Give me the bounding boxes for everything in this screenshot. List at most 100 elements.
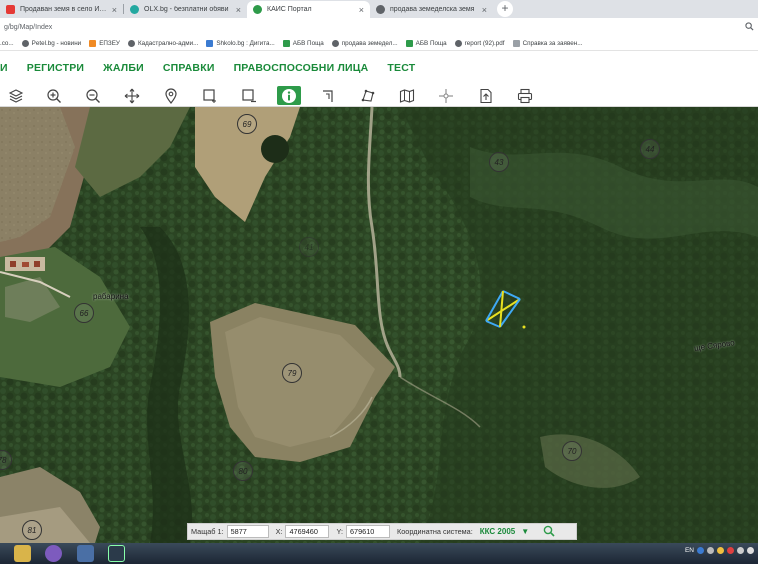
measure-icon[interactable] bbox=[317, 86, 341, 105]
satellite-imagery bbox=[0, 107, 758, 543]
tray-icon[interactable] bbox=[727, 547, 734, 554]
nav-item-reports[interactable]: СПРАВКИ bbox=[163, 62, 215, 74]
bookmark-label: Справка за заявен... bbox=[522, 39, 583, 47]
pan-icon[interactable] bbox=[120, 86, 144, 105]
nav-item-partial[interactable]: И bbox=[0, 62, 8, 74]
bookmark-label: ЕПЗЕУ bbox=[99, 39, 120, 47]
system-label: Координатна система: bbox=[396, 527, 473, 536]
scale-input[interactable]: 5877 bbox=[226, 525, 269, 538]
tray-icon[interactable] bbox=[707, 547, 714, 554]
tab-close-icon[interactable]: × bbox=[112, 5, 117, 15]
browser-tab[interactable]: OLX.bg - безплатни обяви × bbox=[124, 1, 247, 18]
tab-title: продава земеделска земя bbox=[390, 6, 475, 13]
info-icon[interactable] bbox=[277, 86, 301, 105]
bookmark[interactable]: Кадастрално-адми... bbox=[127, 39, 199, 47]
tab-title: OLX.bg - безплатни обяви bbox=[144, 6, 229, 13]
bookmark-icon bbox=[454, 39, 462, 47]
bookmark[interactable]: АБВ Поща bbox=[405, 39, 447, 47]
browser-tab[interactable]: Продаван земя в село Изгрев... × bbox=[0, 1, 123, 18]
parcel-label[interactable]: 43 bbox=[489, 152, 509, 172]
nav-item-complaints[interactable]: ЖАЛБИ bbox=[103, 62, 144, 74]
file-explorer-icon[interactable] bbox=[14, 545, 31, 562]
bookmark-icon bbox=[512, 39, 520, 47]
nav-item-registers[interactable]: РЕГИСТРИ bbox=[27, 62, 84, 74]
parcel-label[interactable]: 41 bbox=[299, 237, 319, 257]
favicon-icon bbox=[6, 5, 15, 14]
bookmark-icon bbox=[405, 39, 413, 47]
zoom-out-icon[interactable] bbox=[81, 86, 105, 105]
search-icon[interactable] bbox=[543, 525, 557, 539]
zoom-icon[interactable] bbox=[745, 21, 754, 33]
x-coordinate-field[interactable]: 4769460 bbox=[285, 525, 330, 538]
parcel-label[interactable]: 80 bbox=[233, 461, 253, 481]
place-name: рабарина bbox=[93, 292, 129, 301]
bookmark-label: АБВ Поща bbox=[415, 39, 447, 47]
print-icon[interactable] bbox=[513, 86, 537, 105]
bookmark[interactable]: АБВ Поща bbox=[282, 39, 324, 47]
nav-item-test[interactable]: ТЕСТ bbox=[387, 62, 415, 74]
parcel-label[interactable]: 81 bbox=[22, 520, 42, 540]
network-icon[interactable] bbox=[737, 547, 744, 554]
nav-item-licensed-persons[interactable]: ПРАВОСПОСОБНИ ЛИЦА bbox=[234, 62, 369, 74]
new-tab-button[interactable]: + bbox=[497, 1, 513, 17]
browser-tab-active[interactable]: КАИС Портал × bbox=[247, 1, 370, 18]
y-coordinate-field[interactable]: 679610 bbox=[345, 525, 390, 538]
draw-polygon-icon[interactable] bbox=[356, 86, 380, 105]
bookmark[interactable]: Справка за заявен... bbox=[512, 39, 583, 47]
bookmark-label: Shkolo.bg : Дигита... bbox=[216, 39, 275, 47]
bookmark-label: Кадастрално-адми... bbox=[137, 39, 199, 47]
browser-tab-strip: Продаван земя в село Изгрев... × OLX.bg … bbox=[0, 0, 758, 18]
taskbar: EN bbox=[0, 543, 758, 564]
system-tray: EN bbox=[685, 547, 754, 554]
crosshair-icon[interactable] bbox=[434, 86, 458, 105]
bookmark[interactable]: Shkolo.bg : Дигита... bbox=[206, 39, 275, 47]
coordinates-bar: Мащаб 1: 5877 X: 4769460 Y: 679610 Коорд… bbox=[187, 523, 577, 540]
bookmark-label: .co... bbox=[0, 39, 14, 47]
clear-selection-icon[interactable] bbox=[237, 86, 261, 105]
coordinate-system-select[interactable]: ККС 2005 bbox=[480, 527, 515, 536]
network-icon[interactable] bbox=[77, 545, 94, 562]
bookmark-icon bbox=[127, 39, 135, 47]
map-canvas[interactable]: 69 43 44 41 66 79 70 78 80 81 рабарина щ… bbox=[0, 107, 758, 543]
favicon-icon bbox=[130, 5, 139, 14]
map-toolbar bbox=[0, 84, 758, 107]
shield-icon[interactable] bbox=[717, 547, 724, 554]
help-icon[interactable] bbox=[697, 547, 704, 554]
bookmark[interactable]: .co... bbox=[0, 40, 14, 47]
scale-label: Мащаб 1: bbox=[191, 527, 224, 536]
export-icon[interactable] bbox=[474, 86, 498, 105]
marker-icon[interactable] bbox=[159, 86, 183, 105]
bookmark-label: Petel.bg - новини bbox=[31, 39, 82, 47]
chevron-down-icon[interactable]: ▼ bbox=[521, 527, 529, 536]
select-area-icon[interactable] bbox=[198, 86, 222, 105]
parcel-label[interactable]: 69 bbox=[237, 114, 257, 134]
tab-title: КАИС Портал bbox=[267, 6, 312, 13]
viber-icon[interactable] bbox=[45, 545, 62, 562]
layers-icon[interactable] bbox=[4, 86, 28, 105]
parcel-label[interactable]: 66 bbox=[74, 303, 94, 323]
tab-close-icon[interactable]: × bbox=[359, 5, 364, 15]
bookmark-label: продава земедел... bbox=[341, 39, 398, 47]
bookmark-icon bbox=[89, 39, 97, 47]
bookmark[interactable]: ЕПЗЕУ bbox=[89, 39, 120, 47]
tab-close-icon[interactable]: × bbox=[236, 5, 241, 15]
address-bar[interactable]: g/bg/Map/Index bbox=[0, 18, 758, 36]
parcel-label[interactable]: 44 bbox=[640, 139, 660, 159]
language-indicator[interactable]: EN bbox=[685, 547, 694, 554]
bookmark[interactable]: продава земедел... bbox=[331, 39, 398, 47]
browser-tab[interactable]: продава земеделска земя × bbox=[370, 1, 493, 18]
bookmark-label: report (92).pdf bbox=[464, 39, 505, 47]
parcel-label[interactable]: 70 bbox=[562, 441, 582, 461]
main-nav: И РЕГИСТРИ ЖАЛБИ СПРАВКИ ПРАВОСПОСОБНИ Л… bbox=[0, 51, 758, 84]
url-text[interactable]: g/bg/Map/Index bbox=[4, 24, 745, 31]
tab-close-icon[interactable]: × bbox=[482, 5, 487, 15]
bookmark[interactable]: report (92).pdf bbox=[454, 39, 505, 47]
parcel-label[interactable]: 79 bbox=[282, 363, 302, 383]
map-icon[interactable] bbox=[395, 86, 419, 105]
favicon-icon bbox=[376, 5, 385, 14]
bookmark[interactable]: Petel.bg - новини bbox=[21, 39, 82, 47]
zoom-in-icon[interactable] bbox=[42, 86, 66, 105]
bookmark-icon bbox=[331, 39, 339, 47]
app-icon[interactable] bbox=[108, 545, 125, 562]
volume-icon[interactable] bbox=[747, 547, 754, 554]
